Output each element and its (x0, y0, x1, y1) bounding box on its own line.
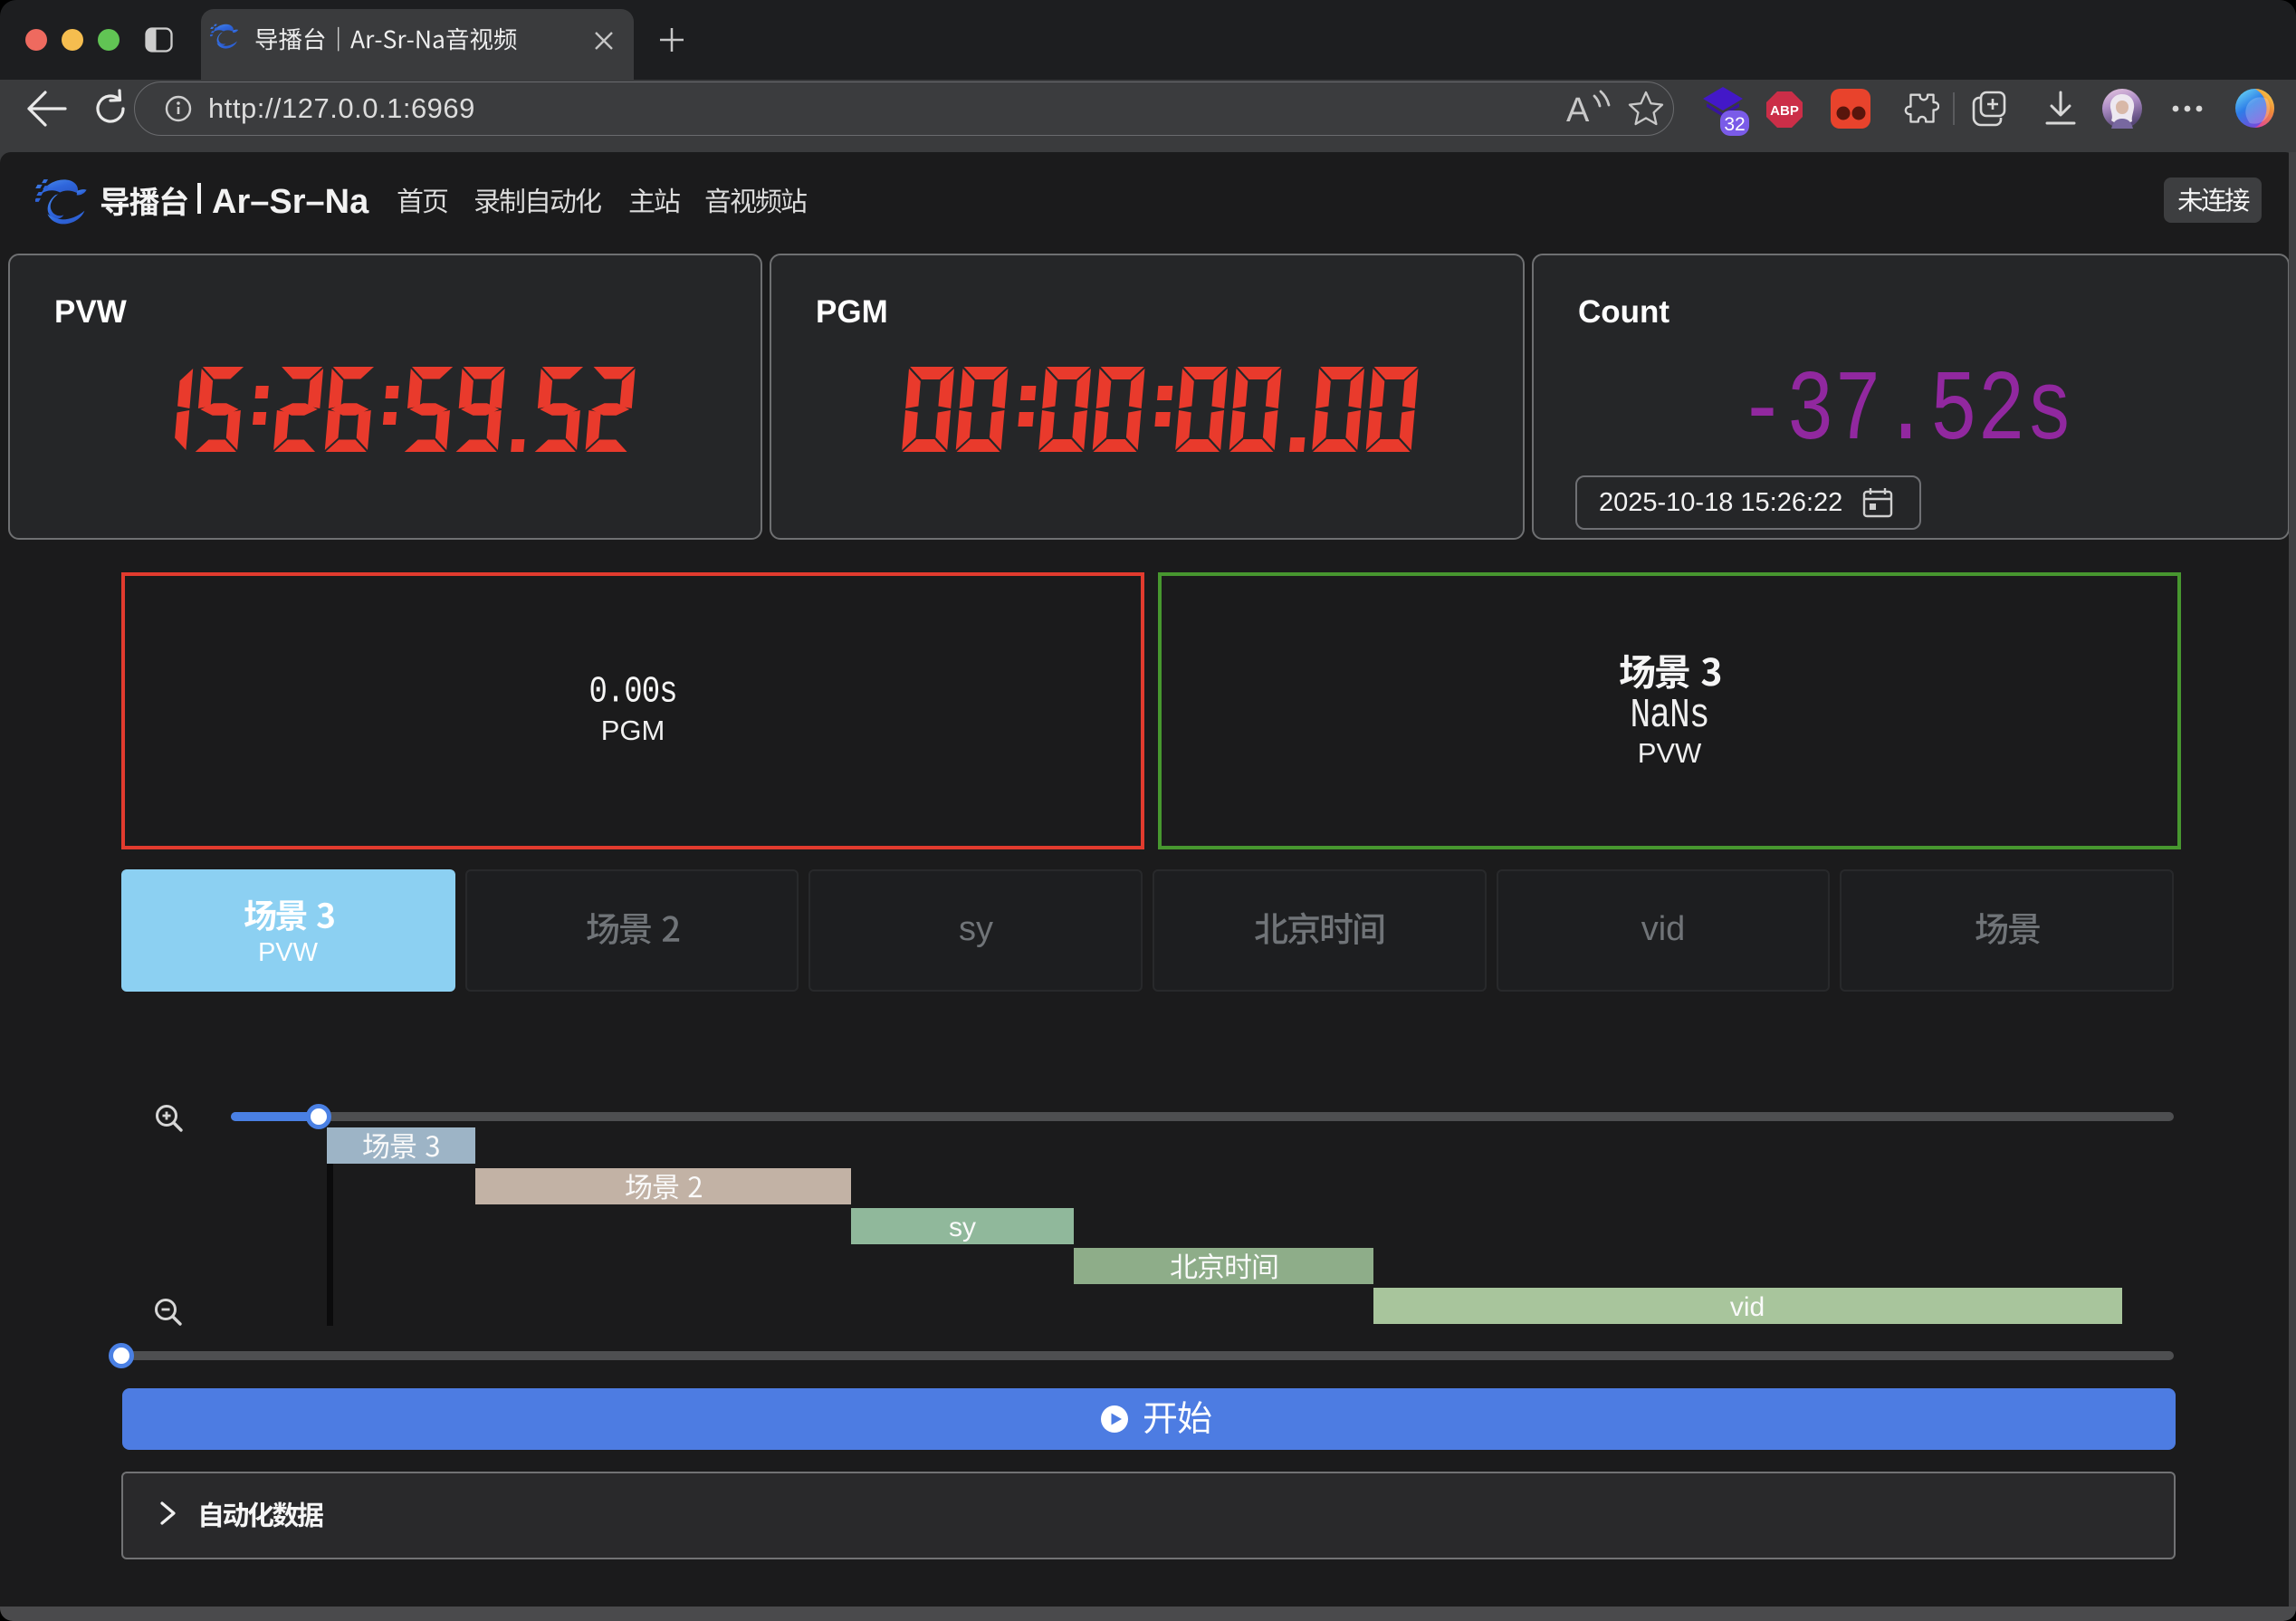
svg-text:A: A (1566, 91, 1590, 129)
svg-text:ABP: ABP (1770, 103, 1799, 119)
svg-text:32: 32 (1724, 114, 1745, 135)
